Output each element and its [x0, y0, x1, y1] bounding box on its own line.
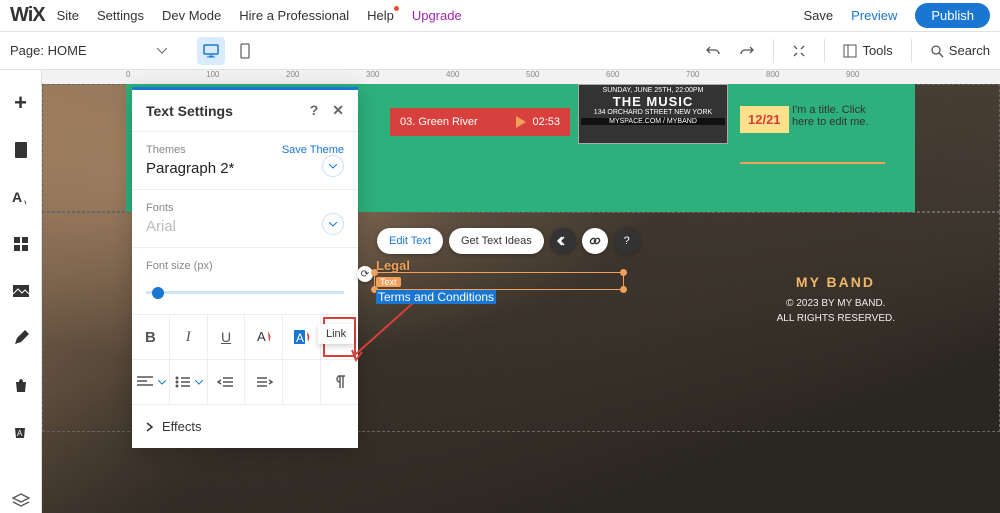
track-number: 03. [400, 116, 415, 128]
page-prefix: Page: [10, 43, 44, 58]
ai-button[interactable] [550, 228, 576, 254]
desktop-icon [203, 44, 219, 58]
date-badge[interactable]: 12/21 [740, 106, 789, 133]
apps-button[interactable] [7, 232, 35, 257]
store-button[interactable] [7, 372, 35, 397]
theme-dropdown[interactable] [322, 155, 344, 177]
store-ai-button[interactable]: A [7, 419, 35, 444]
close-icon[interactable]: ✕ [332, 102, 344, 119]
effects-label: Effects [162, 419, 202, 434]
link-tooltip: Link [318, 324, 354, 344]
list-button[interactable] [170, 360, 208, 404]
fontsize-label: Font size (px) [146, 260, 344, 272]
add-button[interactable]: + [7, 90, 35, 116]
mobile-icon [240, 43, 250, 59]
search-icon [930, 44, 944, 58]
menu-help[interactable]: Help [367, 8, 394, 23]
svg-text:A: A [17, 429, 23, 438]
chevron-down-icon [157, 48, 167, 54]
tools-label: Tools [862, 43, 892, 58]
selected-text-element[interactable]: Legal Text Terms and Conditions [376, 258, 496, 303]
play-icon[interactable] [516, 116, 526, 128]
copyright-text[interactable]: © 2023 BY MY BAND.ALL RIGHTS RESERVED. [777, 296, 895, 326]
svg-text:A: A [296, 331, 304, 345]
tools-button[interactable]: Tools [843, 43, 892, 58]
blog-button[interactable] [7, 326, 35, 351]
legal-heading[interactable]: Legal [376, 258, 496, 273]
poster-date: SUNDAY, JUNE 25TH, 22:00PM [581, 87, 725, 94]
help-icon[interactable]: ? [310, 102, 319, 119]
caret-right-icon [146, 422, 154, 432]
fonts-label: Fonts [146, 202, 344, 214]
publish-button[interactable]: Publish [915, 3, 990, 28]
get-text-ideas-button[interactable]: Get Text Ideas [449, 228, 544, 254]
highlight-button[interactable]: A [283, 315, 321, 359]
theme-value[interactable]: Paragraph 2* [146, 160, 344, 177]
media-button[interactable] [7, 279, 35, 304]
selection-frame [374, 272, 624, 290]
page-selector[interactable]: Page: HOME [10, 43, 167, 58]
text-settings-panel: Text Settings ? ✕ Themes Save Theme Para… [132, 87, 358, 448]
search-button[interactable]: Search [930, 43, 990, 58]
layers-button[interactable] [7, 488, 35, 513]
preview-button[interactable]: Preview [851, 8, 897, 23]
text-action-bar: Edit Text Get Text Ideas ? [377, 228, 640, 254]
horizontal-ruler: 0 100 200 300 400 500 600 700 800 900 [42, 70, 1000, 84]
main-menu: Site Settings Dev Mode Hire a Profession… [57, 8, 462, 23]
menu-upgrade[interactable]: Upgrade [412, 8, 462, 23]
poster-link: MYSPACE.COM / MYBAND [581, 118, 725, 125]
help-chip-button[interactable]: ? [614, 228, 640, 254]
left-rail: + A A [0, 70, 42, 513]
menu-hire[interactable]: Hire a Professional [239, 8, 349, 23]
poster-address: 134 ORCHARD STREET NEW YORK [581, 109, 725, 116]
divider-line [740, 162, 885, 164]
poster-title: THE MUSIC [581, 94, 725, 109]
svg-text:A: A [257, 329, 266, 344]
design-button[interactable]: A [7, 185, 35, 210]
menu-devmode[interactable]: Dev Mode [162, 8, 221, 23]
menu-settings[interactable]: Settings [97, 8, 144, 23]
svg-text:A: A [12, 189, 22, 205]
track-name: Green River [418, 116, 510, 128]
effects-toggle[interactable]: Effects [132, 404, 358, 448]
save-button[interactable]: Save [803, 8, 833, 23]
font-value[interactable]: Arial [146, 218, 344, 235]
redo-button[interactable] [739, 44, 755, 58]
indent-decrease-button[interactable] [208, 360, 246, 404]
italic-button[interactable]: I [170, 315, 208, 359]
link-chip-button[interactable] [582, 228, 608, 254]
underline-button[interactable]: U [208, 315, 246, 359]
wix-logo[interactable]: WiX [10, 4, 45, 27]
music-track[interactable]: 03. Green River 02:53 [390, 108, 570, 136]
zoom-out-button[interactable] [792, 44, 806, 58]
menu-site[interactable]: Site [57, 8, 79, 23]
font-dropdown[interactable] [322, 213, 344, 235]
search-label: Search [949, 43, 990, 58]
desktop-view-button[interactable] [197, 37, 225, 65]
direction-button[interactable] [321, 360, 358, 404]
panel-title: Text Settings [146, 103, 233, 119]
undo-button[interactable] [705, 44, 721, 58]
bold-button[interactable]: B [132, 315, 170, 359]
track-time: 02:53 [532, 116, 560, 128]
fontsize-slider[interactable] [152, 287, 164, 299]
edit-text-button[interactable]: Edit Text [377, 228, 443, 254]
mobile-view-button[interactable] [231, 37, 259, 65]
page-name: HOME [48, 43, 87, 58]
event-poster[interactable]: SUNDAY, JUNE 25TH, 22:00PM THE MUSIC 134… [578, 84, 728, 144]
brand-text[interactable]: MY BAND [796, 274, 875, 290]
pages-button[interactable] [7, 138, 35, 163]
terms-link-text[interactable]: Terms and Conditions [376, 290, 496, 304]
text-color-button[interactable]: A [245, 315, 283, 359]
align-button[interactable] [132, 360, 170, 404]
tools-icon [843, 44, 857, 58]
title-text[interactable]: I'm a title. Click here to edit me. [792, 104, 882, 128]
indent-increase-button[interactable] [245, 360, 283, 404]
